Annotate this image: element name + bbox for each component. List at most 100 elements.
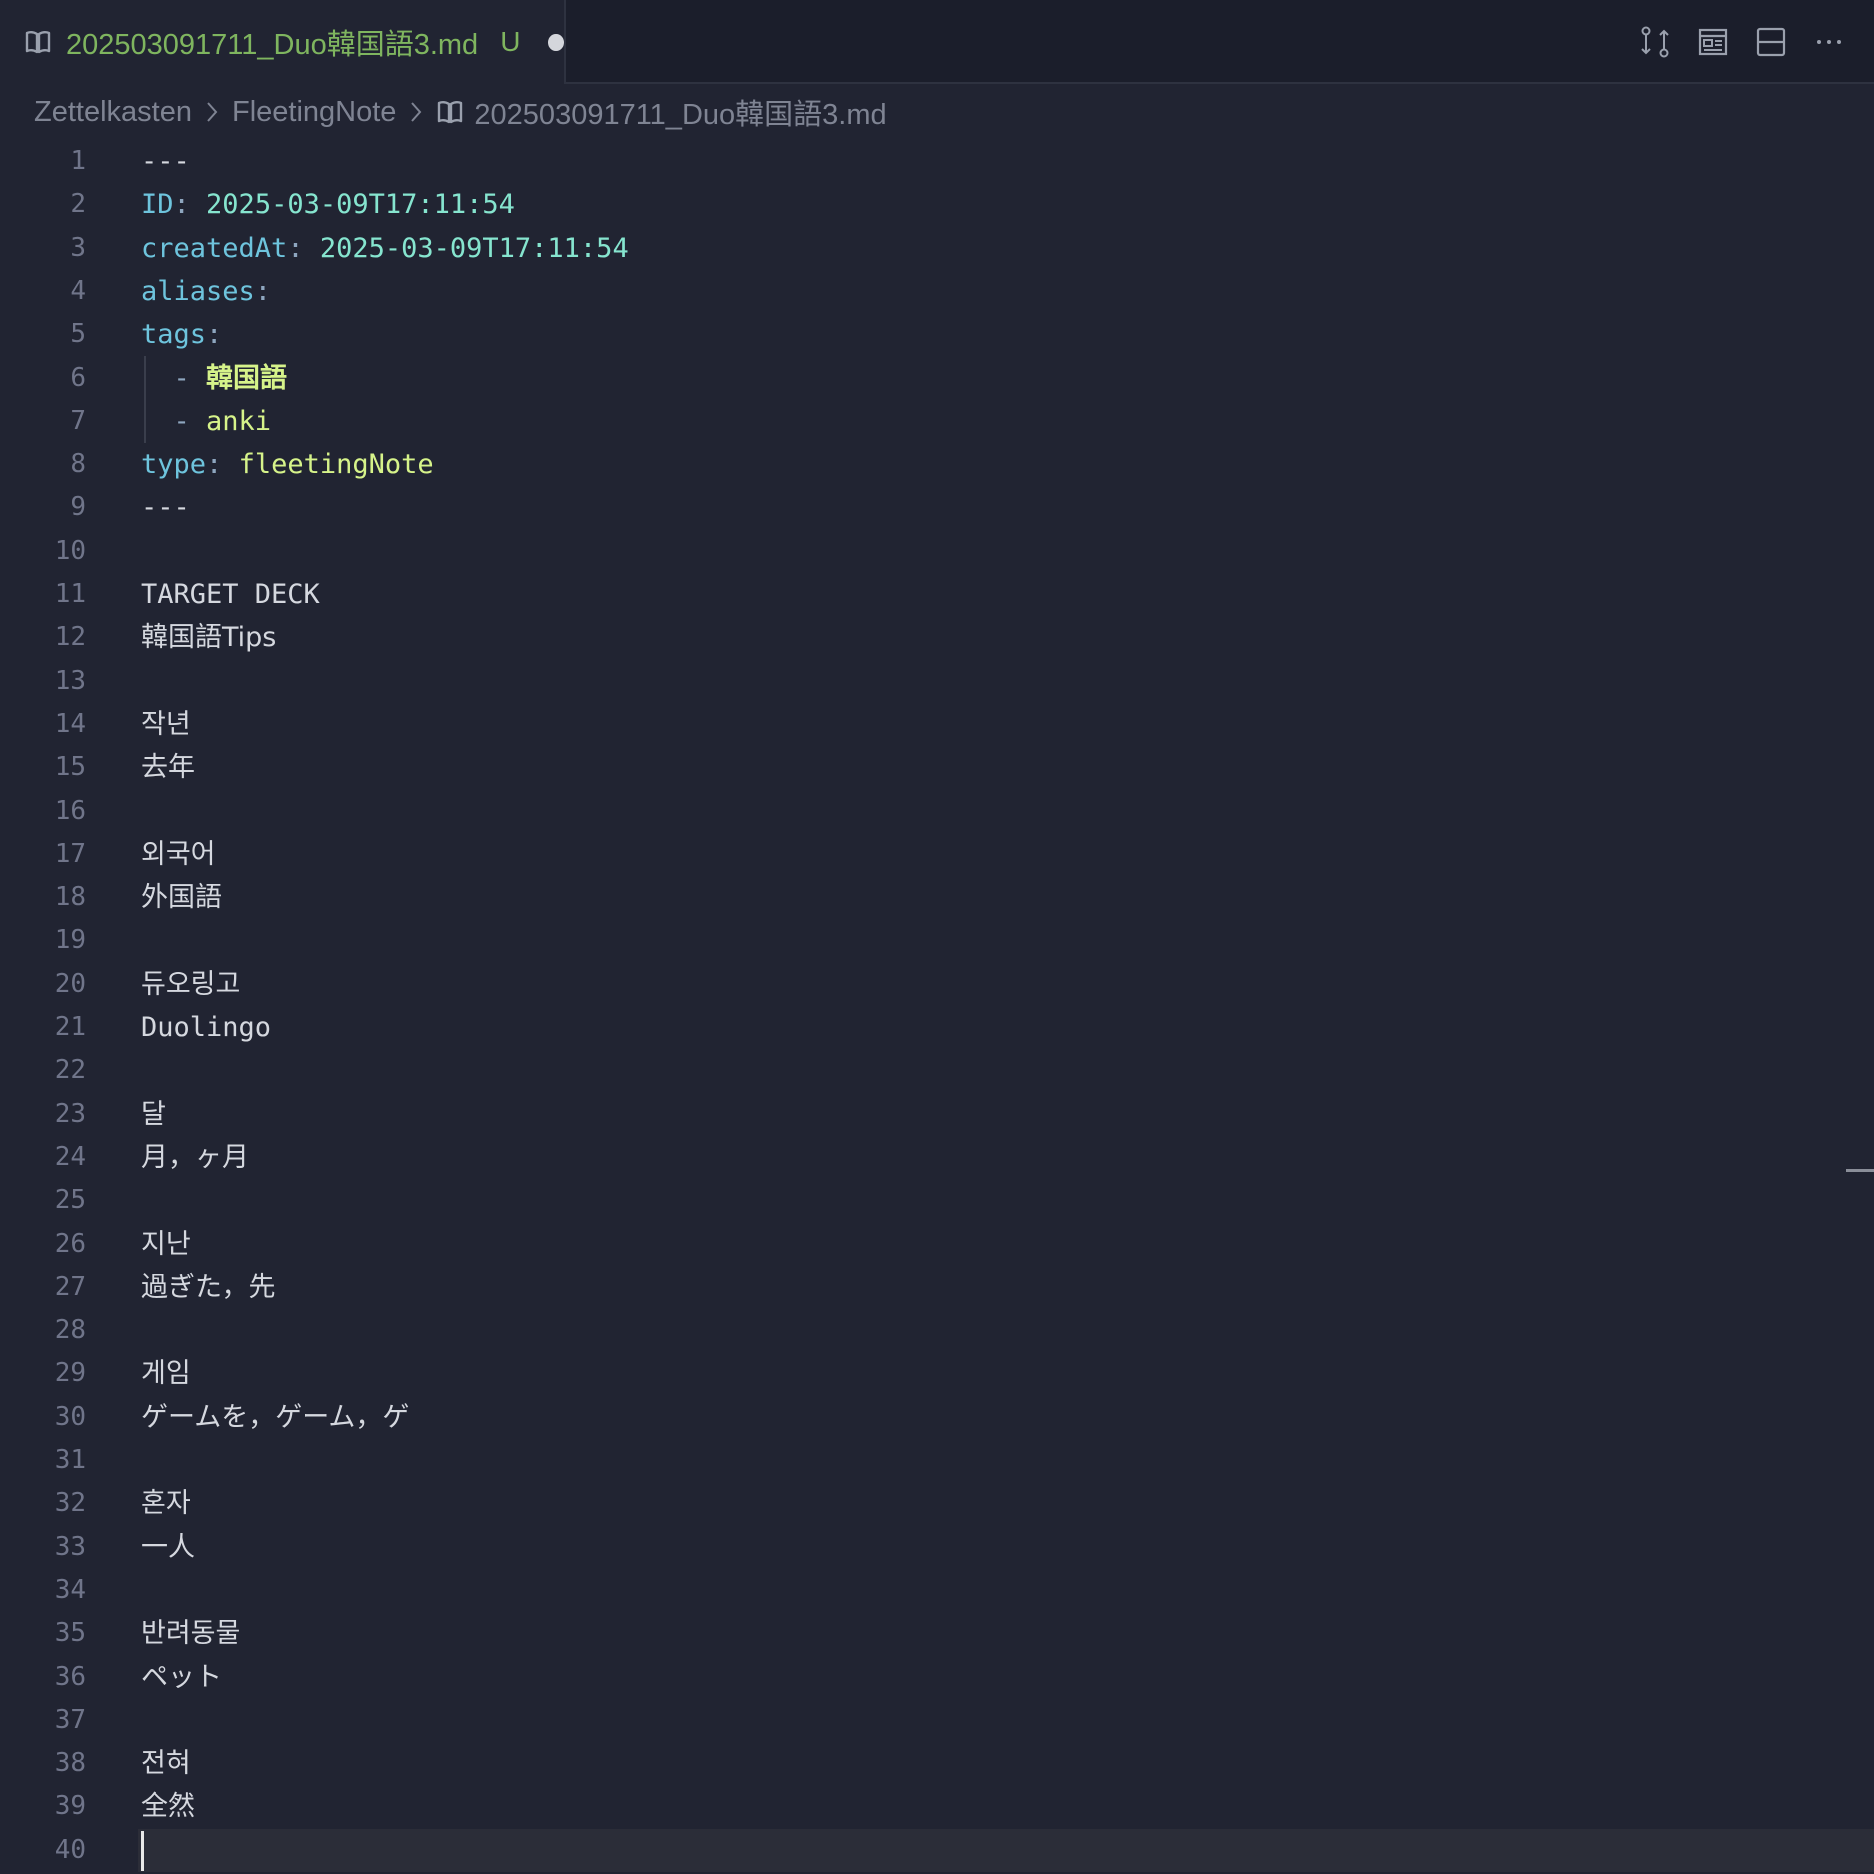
code-line[interactable]: 17 외국어 bbox=[0, 833, 1874, 876]
code-line[interactable]: 14 작년 bbox=[0, 703, 1874, 746]
code-line[interactable]: 20 듀오링고 bbox=[0, 963, 1874, 1006]
code-editor[interactable]: 1 --- 2 ID: 2025-03-09T17:11:54 3 createdAt: … bbox=[0, 140, 1874, 1874]
code-line[interactable]: 22 bbox=[0, 1049, 1874, 1092]
code-line[interactable]: 7 - anki bbox=[0, 400, 1874, 443]
line-number: 24 bbox=[54, 1141, 86, 1172]
line-number: 10 bbox=[54, 535, 86, 566]
tab-bar: 202503091711_Duo韓国語3.md U bbox=[0, 0, 1874, 84]
code-line[interactable]: 13 bbox=[0, 660, 1874, 703]
code-line[interactable]: 18 外国語 bbox=[0, 876, 1874, 919]
code-line[interactable]: 11 TARGET DECK bbox=[0, 573, 1874, 616]
code-line[interactable]: 37 bbox=[0, 1699, 1874, 1742]
line-number: 38 bbox=[54, 1748, 86, 1779]
line-content: - anki bbox=[173, 405, 272, 437]
line-content: 月，ヶ月 bbox=[141, 1141, 249, 1173]
code-line[interactable]: 1 --- bbox=[0, 140, 1874, 183]
editor-actions bbox=[1638, 0, 1874, 84]
line-number: 19 bbox=[54, 925, 86, 956]
code-line[interactable]: 35 반려동물 bbox=[0, 1612, 1874, 1655]
line-content: 듀오링고 bbox=[141, 968, 241, 1000]
editor-tab[interactable]: 202503091711_Duo韓国語3.md U bbox=[0, 0, 566, 84]
code-line[interactable]: 36 ペット bbox=[0, 1656, 1874, 1699]
line-content: 一人 bbox=[141, 1531, 195, 1563]
line-content: aliases: bbox=[141, 275, 272, 307]
line-number: 33 bbox=[54, 1531, 86, 1562]
code-line[interactable]: 9 --- bbox=[0, 486, 1874, 529]
code-line[interactable]: 30 ゲームを，ゲーム，ゲ bbox=[0, 1396, 1874, 1439]
line-content: 外国語 bbox=[141, 882, 222, 914]
code-line[interactable]: 16 bbox=[0, 790, 1874, 833]
open-preview-icon[interactable] bbox=[1696, 25, 1730, 59]
line-number: 1 bbox=[70, 146, 86, 176]
line-content: 韓国語Tips bbox=[141, 622, 277, 654]
book-icon bbox=[436, 98, 464, 126]
line-number: 25 bbox=[54, 1185, 86, 1216]
chevron-right-icon bbox=[202, 100, 222, 124]
line-number: 22 bbox=[54, 1055, 86, 1086]
code-line[interactable]: 38 전혀 bbox=[0, 1742, 1874, 1785]
line-number: 39 bbox=[54, 1791, 86, 1822]
code-line[interactable]: 8 type: fleetingNote bbox=[0, 443, 1874, 486]
code-line[interactable]: 28 bbox=[0, 1309, 1874, 1352]
line-number: 36 bbox=[54, 1661, 86, 1692]
code-line[interactable]: 15 去年 bbox=[0, 746, 1874, 789]
code-line[interactable]: 24 月，ヶ月 bbox=[0, 1136, 1874, 1179]
line-number: 9 bbox=[70, 492, 86, 523]
code-line[interactable]: 34 bbox=[0, 1569, 1874, 1612]
line-content: 혼자 bbox=[141, 1488, 191, 1520]
line-content: Duolingo bbox=[141, 1012, 272, 1043]
line-content: 去年 bbox=[141, 752, 195, 784]
code-line[interactable]: 29 게임 bbox=[0, 1352, 1874, 1395]
line-number: 40 bbox=[54, 1834, 86, 1865]
breadcrumb-item-file[interactable]: 202503091711_Duo韓国語3.md bbox=[474, 91, 886, 133]
line-number: 35 bbox=[54, 1618, 86, 1649]
code-line[interactable]: 27 過ぎた，先 bbox=[0, 1266, 1874, 1309]
line-content: tags: bbox=[141, 319, 223, 351]
code-line[interactable]: 2 ID: 2025-03-09T17:11:54 bbox=[0, 183, 1874, 226]
line-content: ペット bbox=[141, 1661, 222, 1693]
code-line[interactable]: 21 Duolingo bbox=[0, 1006, 1874, 1049]
breadcrumb-item-fleetingnote[interactable]: FleetingNote bbox=[232, 96, 396, 129]
breadcrumb: Zettelkasten FleetingNote 202503091711_D… bbox=[34, 88, 887, 136]
code-line[interactable]: 4 aliases: bbox=[0, 270, 1874, 313]
line-content: 외국어 bbox=[141, 838, 216, 870]
line-content: 지난 bbox=[141, 1228, 191, 1260]
code-line[interactable]: 40 bbox=[0, 1829, 1874, 1872]
compare-changes-icon[interactable] bbox=[1638, 25, 1672, 59]
split-editor-icon[interactable] bbox=[1754, 25, 1788, 59]
code-line[interactable]: 3 createdAt: 2025-03-09T17:11:54 bbox=[0, 227, 1874, 270]
line-number: 6 bbox=[70, 362, 86, 393]
line-number: 31 bbox=[54, 1445, 86, 1475]
line-number: 30 bbox=[54, 1401, 86, 1432]
line-content: 過ぎた，先 bbox=[141, 1271, 276, 1303]
code-line[interactable]: 12 韓国語Tips bbox=[0, 616, 1874, 659]
code-line[interactable]: 10 bbox=[0, 530, 1874, 573]
line-number: 7 bbox=[70, 405, 86, 436]
code-line[interactable]: 6 - 韓国語 bbox=[0, 357, 1874, 400]
line-content: 전혀 bbox=[141, 1748, 191, 1780]
line-number: 17 bbox=[54, 838, 86, 869]
code-line[interactable]: 25 bbox=[0, 1179, 1874, 1222]
code-line[interactable]: 5 tags: bbox=[0, 313, 1874, 356]
breadcrumb-item-zettelkasten[interactable]: Zettelkasten bbox=[34, 96, 192, 129]
line-number: 4 bbox=[70, 275, 86, 306]
tab-filename: 202503091711_Duo韓国語3.md bbox=[66, 29, 479, 61]
code-line[interactable]: 23 달 bbox=[0, 1093, 1874, 1136]
book-icon bbox=[24, 28, 52, 56]
code-line[interactable]: 26 지난 bbox=[0, 1223, 1874, 1266]
line-content: 달 bbox=[141, 1098, 166, 1130]
code-line[interactable]: 31 bbox=[0, 1439, 1874, 1482]
line-number: 12 bbox=[54, 622, 86, 653]
code-line[interactable]: 32 혼자 bbox=[0, 1482, 1874, 1525]
unsaved-dot-icon[interactable] bbox=[548, 33, 564, 51]
code-line[interactable]: 39 全然 bbox=[0, 1785, 1874, 1828]
more-actions-icon[interactable] bbox=[1812, 25, 1846, 59]
line-content: ゲームを，ゲーム，ゲ bbox=[141, 1401, 410, 1433]
line-number: 11 bbox=[54, 579, 86, 609]
line-content: 게임 bbox=[141, 1358, 191, 1390]
line-number: 5 bbox=[70, 319, 86, 350]
code-line[interactable]: 19 bbox=[0, 919, 1874, 962]
line-content: type: fleetingNote bbox=[141, 449, 434, 481]
code-line[interactable]: 33 一人 bbox=[0, 1526, 1874, 1569]
git-status-badge: U bbox=[500, 26, 521, 57]
